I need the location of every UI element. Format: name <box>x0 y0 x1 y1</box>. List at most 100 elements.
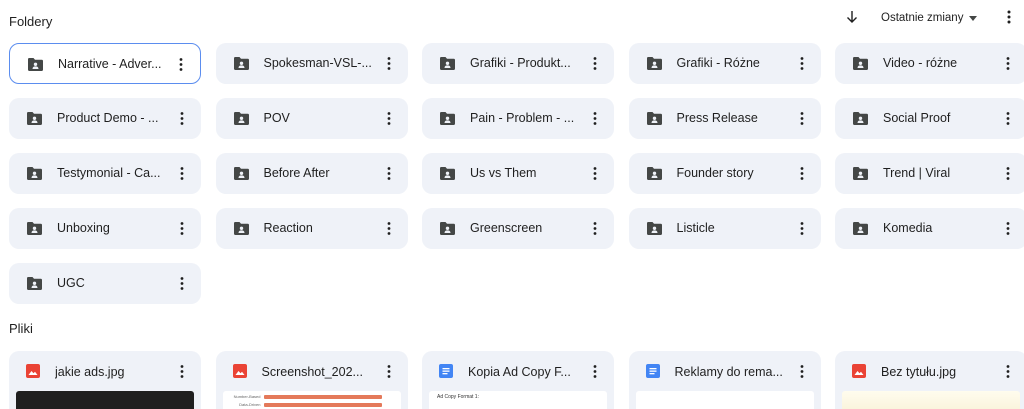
folder-card[interactable]: Unboxing <box>9 208 201 249</box>
sort-direction-arrow-icon[interactable] <box>844 9 860 25</box>
shared-folder-icon <box>439 221 456 236</box>
folder-card[interactable]: Grafiki - Różne <box>628 43 821 84</box>
folder-card[interactable]: Before After <box>215 153 408 194</box>
folder-name: Press Release <box>676 111 758 125</box>
sort-dropdown[interactable]: Ostatnie zmiany <box>881 11 978 25</box>
more-options-icon[interactable] <box>797 363 807 380</box>
folder-card[interactable]: Press Release <box>628 98 821 139</box>
shared-folder-icon <box>27 57 44 72</box>
shared-folder-icon <box>26 221 43 236</box>
folder-card[interactable]: Us vs Them <box>422 153 614 194</box>
more-options-icon[interactable] <box>797 110 807 127</box>
more-options-icon[interactable] <box>177 220 187 237</box>
more-options-icon[interactable] <box>797 220 807 237</box>
shared-folder-icon <box>439 111 456 126</box>
shared-folder-icon <box>852 166 869 181</box>
more-options-icon[interactable] <box>384 110 394 127</box>
more-options-icon[interactable] <box>590 165 600 182</box>
file-name: Kopia Ad Copy F... <box>468 365 571 379</box>
folder-name: Reaction <box>263 221 313 235</box>
file-thumbnail <box>16 391 194 409</box>
more-options-icon[interactable] <box>590 110 600 127</box>
more-options-icon[interactable] <box>590 363 600 380</box>
shared-folder-icon <box>233 56 250 71</box>
more-options-icon[interactable] <box>384 220 394 237</box>
thumbnail-text: Ad Copy Format 1: <box>437 394 479 400</box>
folder-card[interactable]: Pain - Problem - ... <box>422 98 614 139</box>
file-card[interactable]: Screenshot_202... Number-Based Data-Driven <box>215 351 408 409</box>
folder-name: Listicle <box>676 221 715 235</box>
more-options-icon[interactable] <box>1003 55 1013 72</box>
folder-card[interactable]: Trend | Viral <box>835 153 1024 194</box>
docs-icon <box>439 364 453 378</box>
more-options-icon[interactable] <box>384 363 394 380</box>
folder-grid: Narrative - Adver... Spokesman-VSL-... Gra… <box>9 43 1024 304</box>
shared-folder-icon <box>26 111 43 126</box>
more-options-icon[interactable] <box>797 55 807 72</box>
folder-card[interactable]: Reaction <box>215 208 408 249</box>
more-options-icon[interactable] <box>384 55 394 72</box>
folder-name: UGC <box>57 276 85 290</box>
folder-card[interactable]: POV <box>215 98 408 139</box>
folders-section-title: Foldery <box>9 14 53 29</box>
file-card[interactable]: Reklamy do rema... <box>628 351 821 409</box>
file-card[interactable]: jakie ads.jpg <box>9 351 201 409</box>
file-name: Reklamy do rema... <box>674 365 783 379</box>
image-icon <box>232 364 247 378</box>
file-name: Bez tytułu.jpg <box>881 365 957 379</box>
folder-card[interactable]: Greenscreen <box>422 208 614 249</box>
shared-folder-icon <box>646 221 663 236</box>
folder-card[interactable]: Social Proof <box>835 98 1024 139</box>
file-card[interactable]: Kopia Ad Copy F... Ad Copy Format 1: <box>422 351 614 409</box>
more-options-icon[interactable] <box>1002 9 1016 25</box>
shared-folder-icon <box>646 166 663 181</box>
more-options-icon[interactable] <box>590 55 600 72</box>
folder-name: Narrative - Adver... <box>58 57 162 71</box>
folder-name: Product Demo - ... <box>57 111 159 125</box>
more-options-icon[interactable] <box>1003 165 1013 182</box>
more-options-icon[interactable] <box>797 165 807 182</box>
folder-card[interactable]: Founder story <box>628 153 821 194</box>
more-options-icon[interactable] <box>384 165 394 182</box>
folder-name: Grafiki - Produkt... <box>470 56 571 70</box>
shared-folder-icon <box>646 111 663 126</box>
thumbnail-bar-label: Number-Based <box>233 394 261 399</box>
folder-name: Pain - Problem - ... <box>470 111 575 125</box>
more-options-icon[interactable] <box>177 275 187 292</box>
shared-folder-icon <box>852 111 869 126</box>
shared-folder-icon <box>26 276 43 291</box>
more-options-icon[interactable] <box>177 165 187 182</box>
more-options-icon[interactable] <box>1003 363 1013 380</box>
file-card[interactable]: Bez tytułu.jpg <box>835 351 1024 409</box>
folder-name: Us vs Them <box>470 166 537 180</box>
more-options-icon[interactable] <box>1003 110 1013 127</box>
folder-card[interactable]: Video - różne <box>835 43 1024 84</box>
shared-folder-icon <box>233 111 250 126</box>
more-options-icon[interactable] <box>177 110 187 127</box>
folder-name: Video - różne <box>883 56 958 70</box>
folder-name: Greenscreen <box>470 221 543 235</box>
file-thumbnail: Number-Based Data-Driven <box>222 391 401 409</box>
folder-card[interactable]: Listicle <box>628 208 821 249</box>
shared-folder-icon <box>852 221 869 236</box>
file-name: Screenshot_202... <box>261 365 363 379</box>
thumbnail-bar-row: Data-Driven <box>231 402 393 407</box>
folder-card[interactable]: Narrative - Adver... <box>9 43 201 84</box>
folder-card[interactable]: UGC <box>9 263 201 304</box>
more-options-icon[interactable] <box>177 363 187 380</box>
file-thumbnail <box>635 391 814 409</box>
files-section-title: Pliki <box>9 321 33 336</box>
folder-card[interactable]: Spokesman-VSL-... <box>215 43 408 84</box>
folder-card[interactable]: Komedia <box>835 208 1024 249</box>
more-options-icon[interactable] <box>590 220 600 237</box>
sort-dropdown-label: Ostatnie zmiany <box>881 12 964 24</box>
more-options-icon[interactable] <box>176 56 186 73</box>
folder-card[interactable]: Product Demo - ... <box>9 98 201 139</box>
folder-card[interactable]: Grafiki - Produkt... <box>422 43 614 84</box>
file-grid: jakie ads.jpg Screenshot_202... Number-Bas… <box>9 351 1024 409</box>
folder-name: Trend | Viral <box>883 166 951 180</box>
more-options-icon[interactable] <box>1003 220 1013 237</box>
folder-card[interactable]: Testymonial - Ca... <box>9 153 201 194</box>
file-thumbnail: Ad Copy Format 1: <box>429 391 607 409</box>
thumbnail-bar <box>263 402 382 407</box>
